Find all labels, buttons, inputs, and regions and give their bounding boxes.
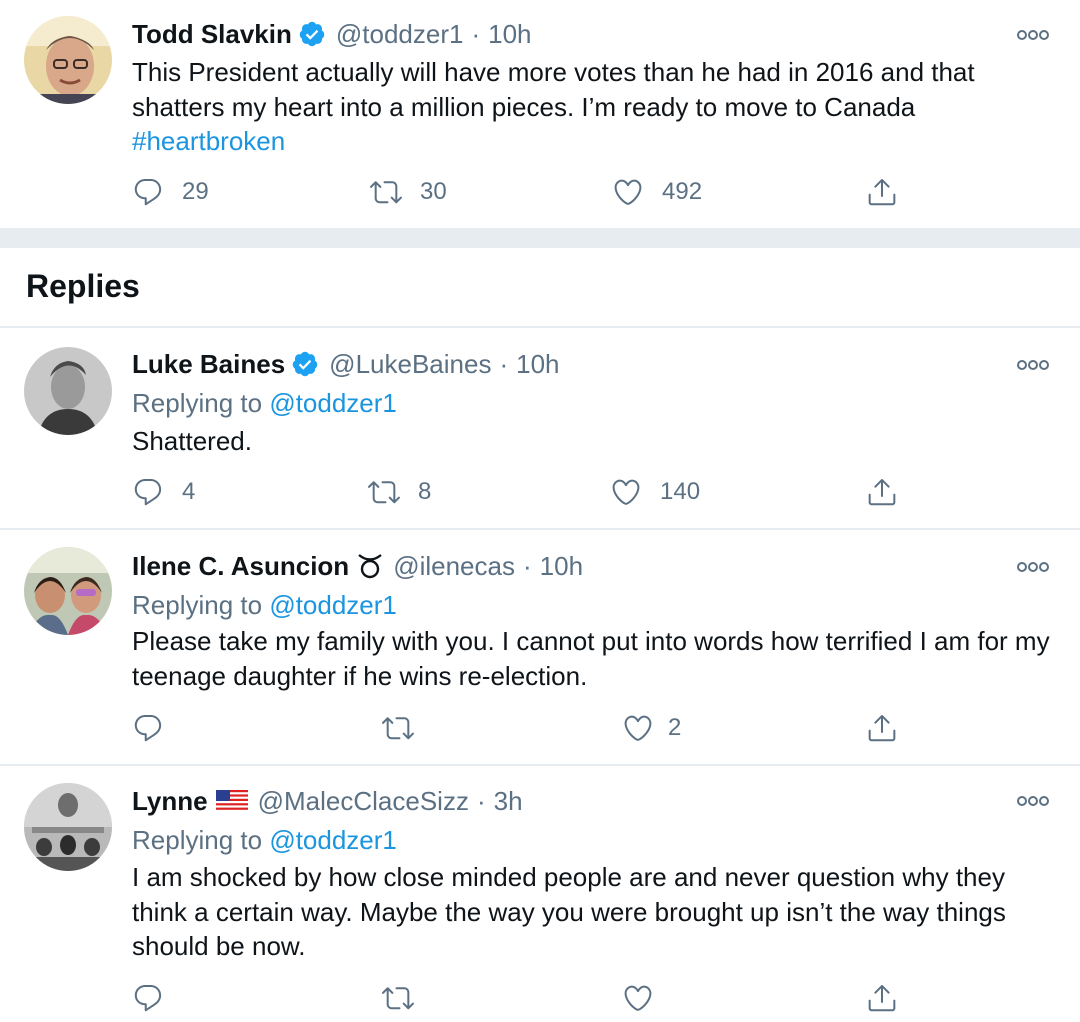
- author-handle[interactable]: @LukeBaines: [329, 349, 491, 380]
- tweet-text: I am shocked by how close minded people …: [132, 862, 1006, 961]
- replying-to: Replying to @toddzer1: [132, 590, 397, 621]
- share-button[interactable]: [866, 708, 898, 748]
- retweet-count: 30: [420, 178, 447, 205]
- main-tweet[interactable]: Todd Slavkin @toddzer1 · 10h This Presid…: [0, 0, 1080, 228]
- avatar[interactable]: [24, 547, 112, 635]
- separator-dot: ·: [476, 785, 486, 816]
- share-button[interactable]: [866, 472, 898, 512]
- avatar-photo: [24, 783, 112, 871]
- like-icon: [624, 715, 652, 741]
- replying-to-label: Replying to: [132, 825, 263, 855]
- retweet-icon: [382, 987, 414, 1010]
- reply-button[interactable]: 29: [132, 172, 209, 212]
- reply-icon: [134, 178, 162, 206]
- reply-tweet[interactable]: Luke Baines @LukeBaines · 10h Replying t…: [0, 328, 1080, 528]
- mention-link[interactable]: @toddzer1: [269, 825, 397, 855]
- tweet-actions: [0, 978, 1080, 1018]
- tweet-text: Shattered.: [132, 426, 252, 456]
- reply-tweet[interactable]: Ilene C. Asuncion @ilenecas · 10h Replyi…: [0, 530, 1080, 764]
- share-icon: [868, 985, 896, 1012]
- author-handle[interactable]: @ilenecas: [393, 551, 515, 582]
- author-name[interactable]: Ilene C. Asuncion: [132, 551, 349, 582]
- tweet-actions: 29 30 492: [0, 172, 1080, 212]
- share-button[interactable]: [866, 172, 898, 212]
- reply-button[interactable]: [132, 708, 182, 748]
- avatar[interactable]: [24, 347, 112, 435]
- reply-button[interactable]: 4: [132, 472, 195, 512]
- retweet-icon: [368, 481, 400, 504]
- reply-button[interactable]: [132, 978, 182, 1018]
- more-options-icon[interactable]: [1016, 794, 1050, 808]
- us-flag-emoji: [215, 790, 248, 812]
- retweet-count: 8: [418, 478, 432, 505]
- hashtag-link[interactable]: #heartbroken: [132, 126, 285, 156]
- like-button[interactable]: [622, 978, 672, 1018]
- timestamp[interactable]: 10h: [540, 551, 583, 582]
- avatar-photo: [24, 547, 112, 635]
- share-icon: [868, 715, 896, 742]
- author-name[interactable]: Todd Slavkin: [132, 19, 292, 50]
- verified-badge-icon: [298, 20, 326, 48]
- separator-dot: ·: [522, 550, 532, 581]
- reply-tweet[interactable]: Lynne @MalecClaceSizz · 3h Replying to @…: [0, 766, 1080, 1022]
- like-count: 140: [660, 478, 701, 505]
- tweet-actions: 2: [0, 708, 1080, 748]
- verified-badge-icon: [291, 350, 319, 378]
- reply-icon: [134, 984, 162, 1012]
- retweet-button[interactable]: 30: [370, 172, 447, 212]
- retweet-button[interactable]: 8: [368, 472, 431, 512]
- tweet-text: This President actually will have more v…: [132, 55, 1052, 159]
- author-name[interactable]: Luke Baines: [132, 349, 285, 380]
- avatar-photo: [24, 16, 112, 104]
- replying-to: Replying to @toddzer1: [132, 825, 397, 856]
- reply-count: 29: [182, 178, 209, 205]
- avatar-photo: [24, 347, 112, 435]
- avatar[interactable]: [24, 16, 112, 104]
- like-button[interactable]: 2: [622, 708, 681, 748]
- like-icon: [612, 479, 640, 505]
- reply-count: 4: [182, 478, 196, 505]
- reply-icon: [134, 714, 162, 742]
- share-icon: [868, 179, 896, 206]
- author-handle[interactable]: @toddzer1: [336, 19, 464, 50]
- like-button[interactable]: 140: [610, 472, 700, 512]
- retweet-button[interactable]: [382, 708, 432, 748]
- timestamp[interactable]: 10h: [488, 19, 531, 50]
- separator-dot: ·: [471, 18, 481, 49]
- tweet-text-body: This President actually will have more v…: [132, 57, 975, 122]
- more-options-icon[interactable]: [1016, 358, 1050, 372]
- replying-to: Replying to @toddzer1: [132, 388, 397, 419]
- retweet-icon: [370, 181, 402, 204]
- separator-dot: ·: [499, 348, 509, 379]
- share-button[interactable]: [866, 978, 898, 1018]
- share-icon: [868, 479, 896, 506]
- reply-icon: [134, 478, 162, 506]
- tweet-actions: 4 8 140: [0, 472, 1080, 512]
- author-handle[interactable]: @MalecClaceSizz: [258, 786, 469, 817]
- section-gap: [0, 228, 1080, 248]
- taurus-emoji: [357, 552, 383, 580]
- author-name[interactable]: Lynne: [132, 786, 208, 817]
- more-options-icon[interactable]: [1016, 560, 1050, 574]
- like-button[interactable]: 492: [612, 172, 702, 212]
- replying-to-label: Replying to: [132, 590, 263, 620]
- like-count: 2: [668, 714, 682, 741]
- mention-link[interactable]: @toddzer1: [269, 388, 397, 418]
- tweet-text: Please take my family with you. I cannot…: [132, 626, 1050, 691]
- replies-heading: Replies: [26, 268, 140, 304]
- replying-to-label: Replying to: [132, 388, 263, 418]
- mention-link[interactable]: @toddzer1: [269, 590, 397, 620]
- avatar[interactable]: [24, 783, 112, 871]
- like-icon: [624, 985, 652, 1011]
- like-count: 492: [662, 178, 703, 205]
- more-options-icon[interactable]: [1016, 28, 1050, 42]
- like-icon: [614, 179, 642, 205]
- retweet-button[interactable]: [382, 978, 432, 1018]
- retweet-icon: [382, 717, 414, 740]
- timestamp[interactable]: 3h: [494, 786, 523, 817]
- timestamp[interactable]: 10h: [516, 349, 559, 380]
